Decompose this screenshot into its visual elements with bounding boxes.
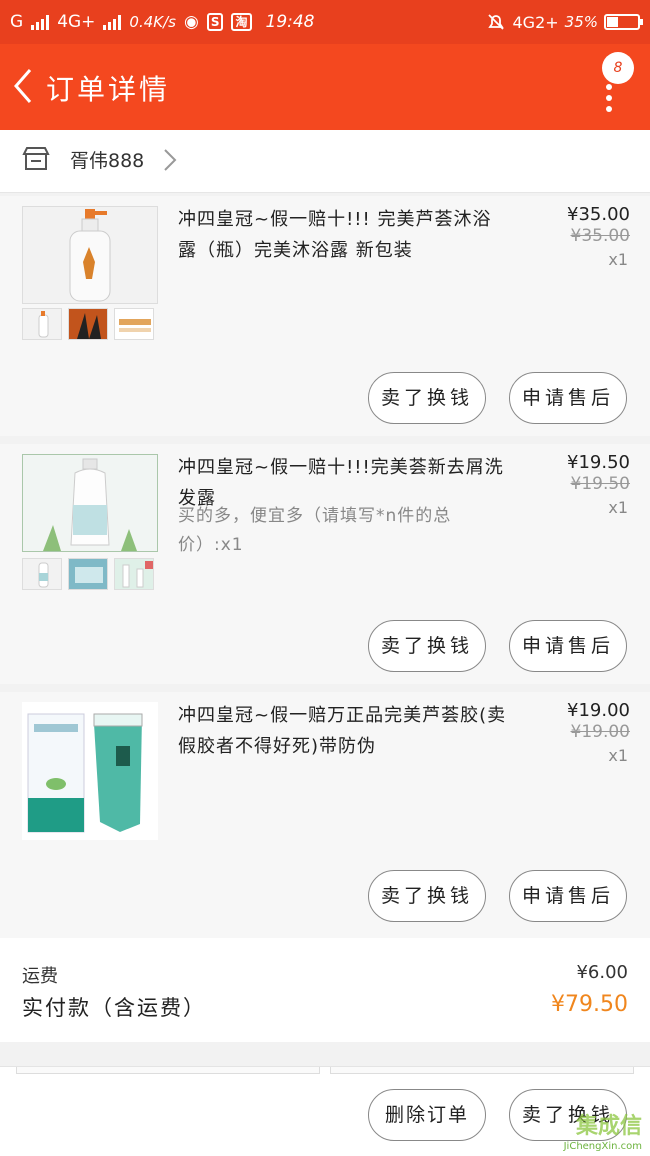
thumbnail[interactable] [68, 558, 108, 590]
shop-row[interactable]: 胥伟888 [0, 130, 650, 193]
product-price: ¥35.00 [567, 204, 630, 225]
thumbnail[interactable] [22, 558, 62, 590]
page-title: 订单详情 [46, 73, 171, 106]
product-image[interactable] [22, 454, 158, 552]
product-quantity: x1 [608, 250, 628, 269]
product-name[interactable]: 冲四皇冠~假一赔十!!! 完美芦荟沐浴露（瓶）完美沐浴露 新包装 [178, 204, 508, 266]
after-sales-button[interactable]: 申请售后 [509, 870, 627, 922]
shipping-label: 运费 [22, 966, 58, 987]
shipping-value: ¥6.00 [576, 962, 628, 983]
sell-button[interactable]: 卖了换钱 [368, 870, 486, 922]
chevron-right-icon [164, 149, 177, 171]
product-quantity: x1 [608, 498, 628, 517]
more-menu-icon[interactable] [606, 84, 612, 117]
aloe-gel-image [22, 702, 158, 840]
bottom-action-bar: 删除订单 卖了换钱 集成信 JiChengXin.com [0, 1066, 650, 1156]
taobao-icon: 淘 [231, 13, 252, 31]
paid-label: 实付款（含运费） [22, 996, 206, 1020]
body-wash-bottle-image [23, 207, 157, 303]
watermark-logo: 集成信 [575, 1114, 642, 1139]
sell-button[interactable]: 卖了换钱 [368, 620, 486, 672]
tab-edge [330, 1067, 634, 1074]
network-label: 4G+ [57, 12, 96, 32]
product-price: ¥19.50 [567, 452, 630, 473]
product-image[interactable] [22, 702, 158, 840]
shampoo-bottle-image [23, 455, 157, 551]
signal-icon-2 [103, 14, 122, 30]
status-right: 4G2+ 35% [486, 0, 643, 44]
status-left: G 4G+ 0.4K/s ◉ S 淘 19:48 [10, 0, 315, 44]
product-spec: 买的多，便宜多（请填写*n件的总价）:x1 [178, 506, 452, 555]
battery-label: 35% [564, 13, 598, 31]
store-icon [22, 147, 50, 170]
network-right-label: 4G2+ [512, 12, 559, 32]
watermark-text: JiChengXin.com [563, 1141, 642, 1152]
message-count-badge[interactable]: 8 [602, 52, 634, 84]
thumbnail[interactable] [114, 558, 154, 590]
sell-button[interactable]: 卖了换钱 [368, 372, 486, 424]
product-name[interactable]: 冲四皇冠~假一赔万正品完美芦荟胶(卖假胶者不得好死)带防伪 [178, 700, 508, 762]
time-label: 19:48 [265, 12, 315, 32]
product-quantity: x1 [608, 746, 628, 765]
paid-value: ¥79.50 [551, 992, 628, 1017]
delete-order-button[interactable]: 删除订单 [368, 1089, 486, 1141]
product-original-price: ¥35.00 [570, 226, 630, 246]
shop-name: 胥伟888 [70, 150, 145, 172]
thumbnail[interactable] [68, 308, 108, 340]
signal-icon [31, 14, 50, 30]
app-s-icon: S [206, 13, 224, 31]
tab-edge [16, 1067, 320, 1074]
thumbnail[interactable] [114, 308, 154, 340]
product-price: ¥19.00 [567, 700, 630, 721]
thumbnail-strip [22, 308, 154, 340]
carrier-label: G [10, 12, 24, 32]
status-bar: G 4G+ 0.4K/s ◉ S 淘 19:48 4G2+ 35% [0, 0, 650, 44]
after-sales-button[interactable]: 申请售后 [509, 372, 627, 424]
after-sales-button[interactable]: 申请售后 [509, 620, 627, 672]
order-item[interactable]: 冲四皇冠~假一赔十!!!完美荟新去屑洗发露 买的多，便宜多（请填写*n件的总价）… [0, 444, 650, 684]
app-header: 订单详情 8 [0, 44, 650, 130]
product-original-price: ¥19.50 [570, 474, 630, 494]
thumbnail-strip [22, 558, 154, 590]
section-divider [0, 1042, 650, 1066]
order-summary: 运费 ¥6.00 实付款（含运费） ¥79.50 [0, 938, 650, 1042]
order-item[interactable]: 冲四皇冠~假一赔万正品完美芦荟胶(卖假胶者不得好死)带防伪 ¥19.00 ¥19… [0, 692, 650, 938]
battery-icon [604, 14, 643, 30]
speed-label: 0.4K/s [129, 13, 176, 31]
product-image[interactable] [22, 206, 158, 304]
site-watermark: 集成信 JiChengXin.com [536, 1102, 648, 1154]
back-arrow-icon[interactable] [10, 66, 40, 106]
product-original-price: ¥19.00 [570, 722, 630, 742]
thumbnail[interactable] [22, 308, 62, 340]
mute-bell-icon [488, 14, 505, 30]
order-item[interactable]: 冲四皇冠~假一赔十!!! 完美芦荟沐浴露（瓶）完美沐浴露 新包装 ¥35.00 … [0, 196, 650, 436]
weibo-icon: ◉ [183, 12, 199, 32]
